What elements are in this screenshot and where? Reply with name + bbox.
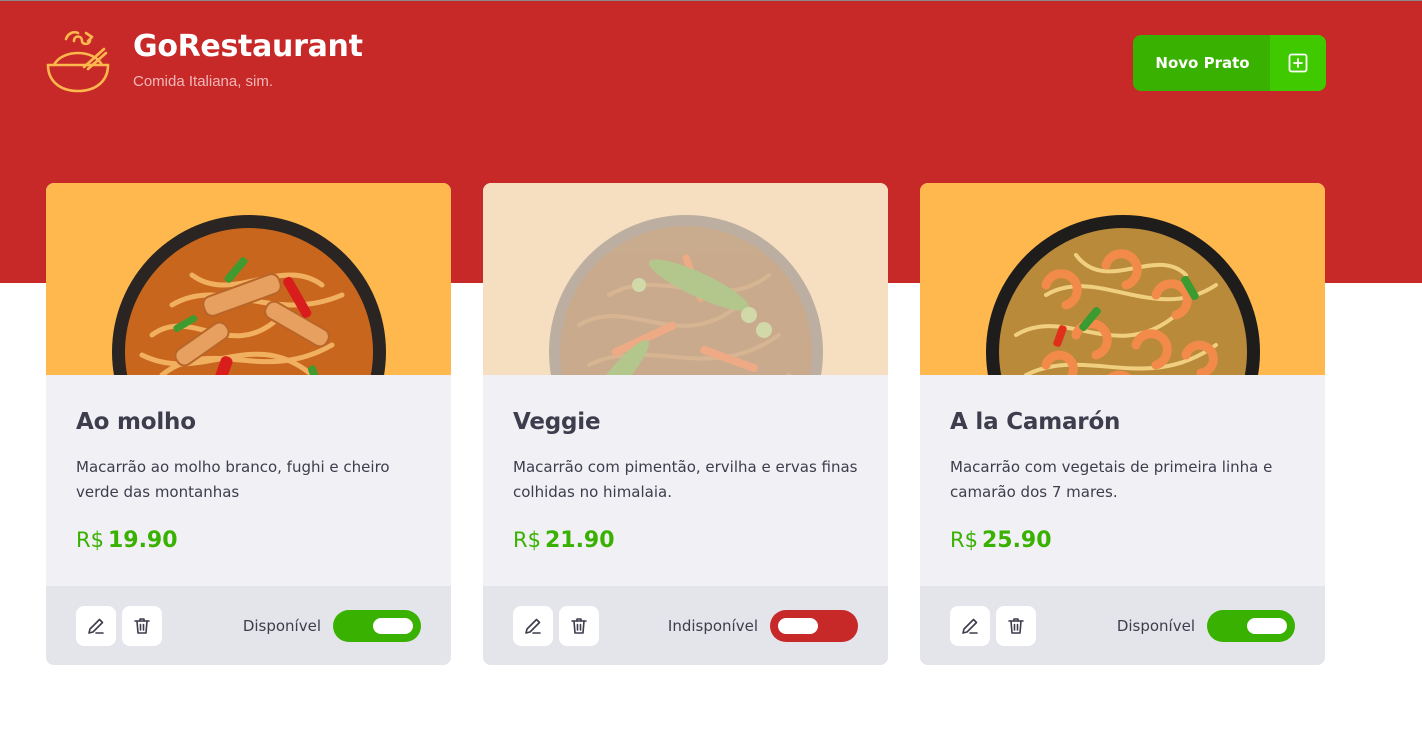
food-name: Ao molho: [76, 409, 196, 435]
price-value: 19.90: [107, 528, 178, 553]
availability-toggle[interactable]: [770, 609, 858, 642]
availability: Indisponível: [667, 609, 858, 642]
food-card: Veggie Macarrão com pimentão, ervilha e …: [483, 183, 888, 665]
delete-button[interactable]: [996, 605, 1036, 646]
plus-square-icon: [1270, 35, 1326, 91]
trash-icon: [1008, 617, 1024, 634]
pencil-icon: [962, 618, 978, 634]
food-details: A la Camarón Macarrão com vegetais de pr…: [920, 375, 1325, 586]
edit-button[interactable]: [513, 605, 553, 646]
brand-text: GoRestaurant Comida Italiana, sim.: [133, 29, 363, 90]
delete-button[interactable]: [122, 605, 162, 646]
food-actions: Disponível: [920, 586, 1325, 665]
new-dish-button-label: Novo Prato: [1155, 54, 1250, 72]
price-value: 21.90: [544, 528, 615, 553]
food-description: Macarrão com pimentão, ervilha e ervas f…: [513, 458, 858, 501]
food-name: Veggie: [513, 409, 601, 435]
food-actions: Indisponível: [483, 586, 888, 665]
availability-toggle[interactable]: [1207, 609, 1295, 642]
price-currency: R$: [950, 528, 978, 552]
toggle-knob: [373, 617, 413, 634]
price-currency: R$: [513, 528, 541, 552]
dish-photo: [549, 215, 823, 375]
edit-button[interactable]: [76, 605, 116, 646]
food-list: Ao molho Macarrão ao molho branco, fughi…: [46, 183, 1325, 665]
food-details: Ao molho Macarrão ao molho branco, fughi…: [46, 375, 451, 586]
food-name: A la Camarón: [950, 409, 1121, 435]
food-image: [920, 183, 1325, 375]
food-details: Veggie Macarrão com pimentão, ervilha e …: [483, 375, 888, 586]
delete-button[interactable]: [559, 605, 599, 646]
food-price: R$ 21.90: [513, 525, 858, 557]
food-description: Macarrão ao molho branco, fughi e cheiro…: [76, 458, 390, 501]
availability-label: Indisponível: [667, 616, 758, 635]
pencil-icon: [525, 618, 541, 634]
toggle-knob: [1247, 617, 1287, 634]
app-title: GoRestaurant: [133, 29, 363, 64]
dish-photo: [986, 215, 1260, 375]
food-price: R$ 25.90: [950, 525, 1295, 557]
food-price: R$ 19.90: [76, 525, 421, 557]
brand: GoRestaurant Comida Italiana, sim.: [44, 29, 363, 97]
dish-photo: [112, 215, 386, 375]
app-subtitle: Comida Italiana, sim.: [133, 73, 274, 90]
bowl-icon: [46, 30, 110, 93]
toggle-knob: [778, 617, 818, 634]
food-image: [483, 183, 888, 375]
price-value: 25.90: [981, 528, 1052, 553]
food-actions: Disponível: [46, 586, 451, 665]
food-image: [46, 183, 451, 375]
food-card: Ao molho Macarrão ao molho branco, fughi…: [46, 183, 451, 665]
price-currency: R$: [76, 528, 104, 552]
food-description: Macarrão com vegetais de primeira linha …: [950, 458, 1273, 501]
availability-toggle[interactable]: [333, 609, 421, 642]
pencil-icon: [88, 618, 104, 634]
availability-label: Disponível: [1116, 616, 1195, 635]
trash-icon: [571, 617, 587, 634]
availability: Disponível: [1116, 609, 1295, 642]
food-card: A la Camarón Macarrão com vegetais de pr…: [920, 183, 1325, 665]
availability: Disponível: [242, 609, 421, 642]
new-dish-button[interactable]: Novo Prato: [1133, 35, 1326, 91]
edit-button[interactable]: [950, 605, 990, 646]
trash-icon: [134, 617, 150, 634]
availability-label: Disponível: [242, 616, 321, 635]
